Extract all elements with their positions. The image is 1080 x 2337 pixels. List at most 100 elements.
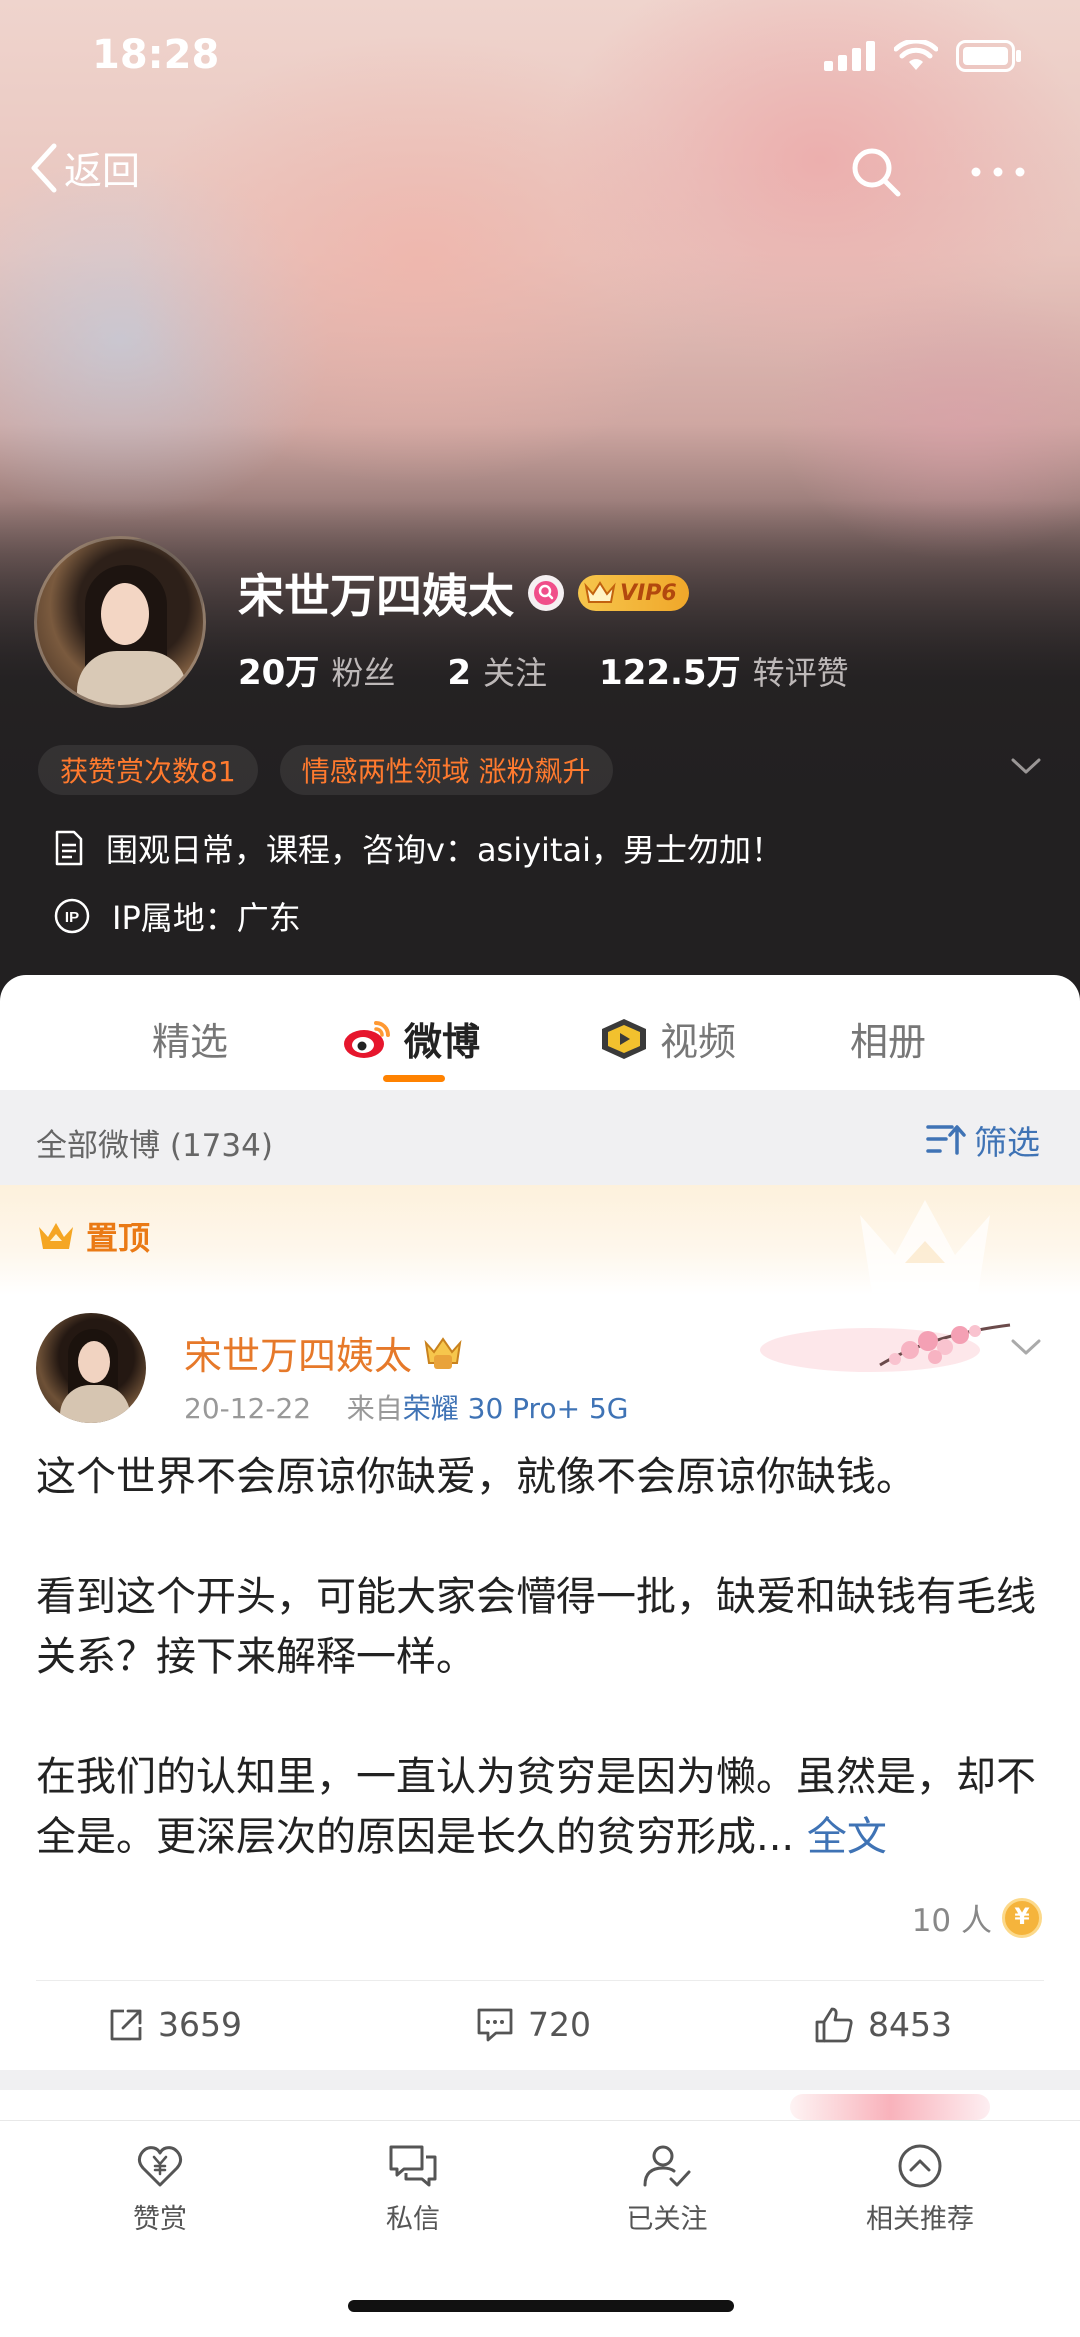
status-time: 18:28 <box>92 32 220 78</box>
pinned-post[interactable]: 宋世万四姨太 20-12-22 来自荣耀 30 Pro+ 5G 这个世界不会原谅… <box>0 1295 1080 2070</box>
stat-following[interactable]: 2 关注 <box>447 648 547 694</box>
tab-weibo[interactable]: 微博 <box>340 1011 480 1066</box>
profile-name: 宋世万四姨太 <box>238 569 514 623</box>
tip-button[interactable]: 赞赏 <box>60 2143 260 2236</box>
heart-yuan-icon <box>137 2146 183 2187</box>
post-author-row: 宋世万四姨太 <box>184 1325 464 1380</box>
crown-icon <box>584 581 616 603</box>
tab-video[interactable]: 视频 <box>598 1011 736 1066</box>
post-paragraph-last: 在我们的认知里，一直认为贫穷是因为懒。虽然是，却不全是。更深层次的原因是长久的贫… <box>36 1747 1046 1867</box>
following-button[interactable]: 已关注 <box>567 2143 767 2236</box>
video-icon <box>602 1018 646 1059</box>
tab-label: 精选 <box>152 1020 229 1064</box>
comment-count: 720 <box>528 2005 591 2044</box>
following-label: 已关注 <box>626 2204 708 2235</box>
home-indicator[interactable] <box>348 2300 734 2312</box>
related-label: 相关推荐 <box>866 2204 974 2235</box>
message-button[interactable]: 私信 <box>313 2143 513 2236</box>
expand-tags-button[interactable] <box>1010 756 1042 780</box>
thumbs-up-icon <box>815 2007 853 2042</box>
document-icon <box>55 830 83 866</box>
post-author-name[interactable]: 宋世万四姨太 <box>184 1325 412 1380</box>
back-button[interactable]: 返回 <box>28 140 140 195</box>
tab-label: 相册 <box>850 1020 927 1064</box>
all-posts-count: 全部微博 (1734) <box>36 1128 273 1164</box>
related-button[interactable]: 相关推荐 <box>820 2143 1020 2236</box>
post-actions: 3659 720 8453 <box>0 2005 1080 2065</box>
status-icons <box>824 40 1022 72</box>
more-button[interactable] <box>968 150 1028 198</box>
ip-location: IP属地：广东 <box>112 899 301 937</box>
chevron-left-icon <box>31 143 57 192</box>
user-check-icon <box>643 2145 691 2187</box>
profile-bio: 围观日常，课程，咨询v：asiyitai，男士勿加！ <box>54 825 783 871</box>
post-date: 20-12-22 <box>184 1392 312 1425</box>
stat-followers[interactable]: 20万 粉丝 <box>238 645 395 694</box>
chat-icon <box>389 2145 437 2187</box>
like-count: 8453 <box>868 2005 952 2044</box>
stat-value: 20万 <box>238 653 320 693</box>
profile-header: 18:28 返回 宋世万四姨太 VIP6 20万 粉丝 2 关注 122.5万 … <box>0 0 1080 1010</box>
full-text-link[interactable]: 全文 <box>807 1814 887 1860</box>
search-button[interactable] <box>850 146 902 202</box>
ip-icon: IP <box>54 898 90 934</box>
post-menu-button[interactable] <box>1010 1337 1042 1361</box>
post-divider <box>36 1980 1044 1981</box>
repost-icon <box>110 2009 142 2040</box>
profile-tabs: 精选 微博 视频 相册 <box>0 975 1080 1090</box>
chevron-up-circle-icon <box>898 2144 942 2188</box>
filter-icon <box>926 1125 966 1155</box>
reward-row[interactable]: 10 人 ¥ <box>912 1895 1042 1940</box>
stat-value: 2 <box>447 653 472 693</box>
post-source-prefix: 来自 <box>346 1392 403 1425</box>
post-meta: 20-12-22 来自荣耀 30 Pro+ 5G <box>184 1387 628 1427</box>
filter-bar: 全部微博 (1734) 筛选 <box>0 1090 1080 1185</box>
message-label: 私信 <box>386 2204 440 2235</box>
more-icon <box>971 167 1025 177</box>
profile-avatar[interactable] <box>34 536 206 708</box>
feed-separator <box>0 2070 1080 2090</box>
profile-stats: 20万 粉丝 2 关注 122.5万 转评赞 <box>238 645 901 694</box>
next-post-peek <box>0 2090 1080 2120</box>
chevron-down-icon <box>1011 1339 1041 1355</box>
repost-button[interactable]: 3659 <box>108 2005 242 2044</box>
tag-reward-count[interactable]: 获赞赏次数81 <box>38 745 258 795</box>
vip-badge[interactable]: VIP6 <box>578 575 689 611</box>
crown-decoration-icon <box>860 1200 990 1293</box>
stat-label: 关注 <box>483 654 548 692</box>
stat-label: 转评赞 <box>752 654 849 692</box>
stat-label: 粉丝 <box>331 654 396 692</box>
tab-label: 微博 <box>404 1020 481 1064</box>
tab-featured[interactable]: 精选 <box>152 1011 228 1066</box>
comment-icon <box>477 2008 513 2041</box>
battery-icon <box>956 40 1021 72</box>
post-body[interactable]: 这个世界不会原谅你缺爱，就像不会原谅你缺钱。 看到这个开头，可能大家会懵得一批，… <box>36 1447 1046 1867</box>
post-author-avatar[interactable] <box>36 1313 146 1423</box>
chevron-down-icon <box>1011 758 1041 774</box>
bio-text: 围观日常，课程，咨询v：asiyitai，男士勿加！ <box>106 831 783 869</box>
pinned-text: 置顶 <box>86 1219 151 1257</box>
profile-ip: IP IP属地：广东 <box>54 893 301 939</box>
crown-icon <box>39 1223 73 1249</box>
pinned-label: 置顶 <box>36 1213 150 1259</box>
filter-button[interactable]: 筛选 <box>926 1116 1040 1164</box>
reward-count: 10 人 <box>911 1903 992 1939</box>
like-button[interactable]: 8453 <box>814 2005 952 2044</box>
profile-tags: 获赞赏次数81 情感两性领域 涨粉飙升 <box>38 745 613 795</box>
tab-label: 视频 <box>660 1020 737 1064</box>
vip-label: VIP6 <box>620 580 677 606</box>
post-source-device[interactable]: 荣耀 30 Pro+ 5G <box>403 1392 629 1425</box>
vip-crown-icon <box>424 1336 462 1369</box>
stat-interactions[interactable]: 122.5万 转评赞 <box>599 645 849 694</box>
tab-album[interactable]: 相册 <box>850 1011 926 1066</box>
tip-label: 赞赏 <box>133 2204 187 2235</box>
search-badge-icon[interactable] <box>528 575 564 611</box>
tag-domain[interactable]: 情感两性领域 涨粉飙升 <box>279 745 613 795</box>
search-icon <box>852 148 901 197</box>
stat-value: 122.5万 <box>599 653 741 693</box>
comment-button[interactable]: 720 <box>476 2005 591 2044</box>
profile-name-row: 宋世万四姨太 VIP6 <box>238 560 689 626</box>
pinned-banner: 置顶 <box>0 1185 1080 1295</box>
ip-icon-text: IP <box>65 909 79 926</box>
post-paragraph: 看到这个开头，可能大家会懵得一批，缺爱和缺钱有毛线关系？接下来解释一样。 <box>36 1574 1036 1680</box>
